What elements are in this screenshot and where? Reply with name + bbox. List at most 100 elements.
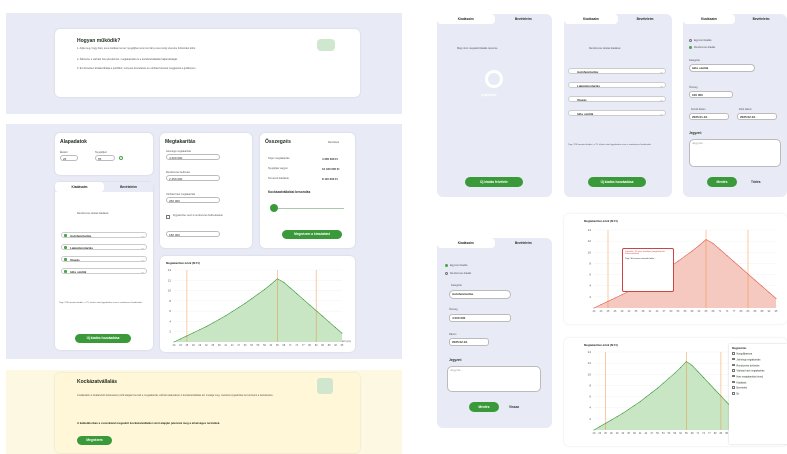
note-input[interactable]: Jegyzet... xyxy=(689,139,781,167)
savings-chart: 246810121420 23 25 26 29 32 35 38 41 44 47 50 53 56 59… xyxy=(588,350,746,435)
risk-slider-track[interactable] xyxy=(274,208,344,209)
tab-expenses[interactable]: Kiadásaim xyxy=(437,238,495,248)
list-item[interactable]: Lakásfenntartás ··· xyxy=(568,82,666,88)
more-icon[interactable]: ··· xyxy=(660,70,663,74)
radio-regular[interactable]: Rendszeres kiadás xyxy=(445,272,471,275)
legend-item[interactable]: Rendszeres befizetés xyxy=(732,363,784,367)
tab-income[interactable]: Bevételeim xyxy=(735,14,787,24)
x-tick-label: 44 xyxy=(231,344,234,347)
list-item[interactable]: Autófenntartás ··· xyxy=(61,232,147,238)
retire-value: 65 xyxy=(98,157,102,161)
x-tick-label: 59 xyxy=(691,310,694,313)
tab-income[interactable]: Bevételeim xyxy=(495,238,553,248)
list-item[interactable]: Utazás ··· xyxy=(568,96,666,102)
tabs: Kiadásaim Bevételeim xyxy=(437,238,552,248)
amount-input[interactable]: 100 000 xyxy=(689,91,733,98)
list-item[interactable]: Autófenntartás ··· xyxy=(568,68,666,74)
save-button[interactable]: Mentés xyxy=(469,402,499,412)
regular-input[interactable]: 2 450 000 xyxy=(166,175,220,181)
tab-income[interactable]: Bevételeim xyxy=(495,14,553,24)
f1-value: 4 200 000 xyxy=(169,156,183,160)
radio-once[interactable]: Egyszeri kiadás xyxy=(445,264,468,267)
list-item[interactable]: Utazás ··· xyxy=(61,256,147,262)
x-tick-label: 50 xyxy=(670,310,673,313)
data-point xyxy=(593,307,595,309)
more-icon[interactable]: ··· xyxy=(141,246,144,250)
item-label: Autófenntartás xyxy=(70,234,92,238)
r1-value: 4 300 000 Ft xyxy=(322,157,338,161)
legend-item[interactable]: Jelenlegi megtakarítás xyxy=(732,357,784,361)
amount-input[interactable]: 4 000 000 xyxy=(449,314,511,322)
tab-expenses[interactable]: Kiadásaim xyxy=(437,14,495,24)
legend-item[interactable]: Havi megtakarítás (éves) xyxy=(732,374,784,378)
list-item[interactable]: Idős szülők ··· xyxy=(61,268,147,274)
back-button[interactable]: Vissza xyxy=(509,405,519,409)
x-tick-label: 32 xyxy=(622,432,625,435)
how-step-1: 1. Adja meg, hogy hány éves korában terv… xyxy=(77,47,196,50)
details-link[interactable]: Részletek xyxy=(328,141,339,144)
x-tick-label: 23 xyxy=(598,432,601,435)
show-report-button[interactable]: Megnézem a kimutatást xyxy=(282,230,342,239)
radio-once[interactable]: Egyszeri kiadás xyxy=(689,39,712,42)
retire-input[interactable]: 65 xyxy=(95,155,115,161)
tab-income[interactable]: Bevételeim xyxy=(618,14,672,24)
age-input[interactable]: 26 xyxy=(60,155,78,161)
tab-expenses[interactable]: Kiadásaim xyxy=(564,14,618,24)
more-icon[interactable]: ··· xyxy=(141,270,144,274)
x-tick-label: 71 xyxy=(697,432,700,435)
legend-item[interactable]: Nyugdíjkassza xyxy=(732,352,784,356)
data-point xyxy=(662,382,664,384)
item-label: Lakásfenntartás xyxy=(577,84,601,88)
empty-text: Még nincs megadott kiadás tervezve xyxy=(457,47,498,50)
more-icon[interactable]: ··· xyxy=(660,112,663,116)
x-tick-label: 47 xyxy=(650,432,653,435)
amount-label: Összeg xyxy=(689,86,698,89)
x-tick-label: 53 xyxy=(677,310,680,313)
note-placeholder: Jegyzet... xyxy=(450,368,463,372)
category-select[interactable]: Idős szülők xyxy=(689,64,755,72)
more-icon[interactable]: ··· xyxy=(141,234,144,238)
more-icon[interactable]: ··· xyxy=(660,84,663,88)
tab-expenses[interactable]: Kiadásaim xyxy=(55,182,104,192)
start-value: 2025.01.16. xyxy=(692,115,708,119)
item-label: Utazás xyxy=(70,258,80,262)
legend-item[interactable]: Kiadások xyxy=(732,380,784,384)
legend-item[interactable]: Várható havi megtakarítás xyxy=(732,369,784,373)
category-select[interactable]: Autófenntartás xyxy=(449,290,511,299)
x-tick-label: 56 xyxy=(684,310,687,313)
tab-income[interactable]: Bevételeim xyxy=(104,182,153,192)
checkbox[interactable] xyxy=(166,215,170,219)
risk-button[interactable]: Megnézem xyxy=(77,436,112,445)
list-item[interactable]: Lakásfenntartás ··· xyxy=(61,244,147,250)
data-point xyxy=(754,279,756,281)
add-expense-button[interactable]: Új kiadás hozzáadása xyxy=(588,177,646,187)
y-tick-label: 2 xyxy=(169,330,171,334)
more-icon[interactable]: ··· xyxy=(660,98,663,102)
x-tick-label: 86 xyxy=(754,310,757,313)
more-icon[interactable]: ··· xyxy=(141,258,144,262)
list-item[interactable]: Idős szülők ··· xyxy=(568,110,666,116)
data-point xyxy=(712,242,714,244)
save-button[interactable]: Mentés xyxy=(707,177,737,187)
cancel-button[interactable]: Törlés xyxy=(751,180,761,184)
retire-label: Nyugdíjkor xyxy=(95,151,107,154)
x-tick-label: 56 xyxy=(257,344,260,347)
extra-input[interactable]: 180 000 xyxy=(166,231,220,237)
add-expense-button[interactable]: Új kiadás felvétele xyxy=(465,177,523,187)
legend-item[interactable]: Bevételek xyxy=(732,386,784,390)
radio-regular[interactable]: Rendszeres kiadás xyxy=(689,46,715,49)
tab-expenses[interactable]: Kiadásaim xyxy=(683,14,735,24)
end-date-input[interactable]: 2025.02.16. xyxy=(737,113,777,120)
start-date-input[interactable]: 2025.01.16. xyxy=(689,113,729,120)
x-tick-label: 77 xyxy=(708,432,711,435)
current-savings-input[interactable]: 4 200 000 xyxy=(166,154,220,160)
legend-item[interactable]: Ez xyxy=(732,392,784,396)
monthly-input[interactable]: 260 000 xyxy=(166,197,220,203)
radio-icon xyxy=(445,272,448,275)
risk-slider-handle[interactable] xyxy=(270,204,278,212)
empty-panel: Kiadásaim Bevételeim Még nincs megadott … xyxy=(437,14,552,197)
add-expense-button[interactable]: Új kiadás hozzáadása xyxy=(75,334,131,343)
data-point xyxy=(697,371,699,372)
date-input[interactable]: 2025.02.16. xyxy=(449,338,489,346)
note-input[interactable]: Jegyzet... xyxy=(447,366,541,392)
